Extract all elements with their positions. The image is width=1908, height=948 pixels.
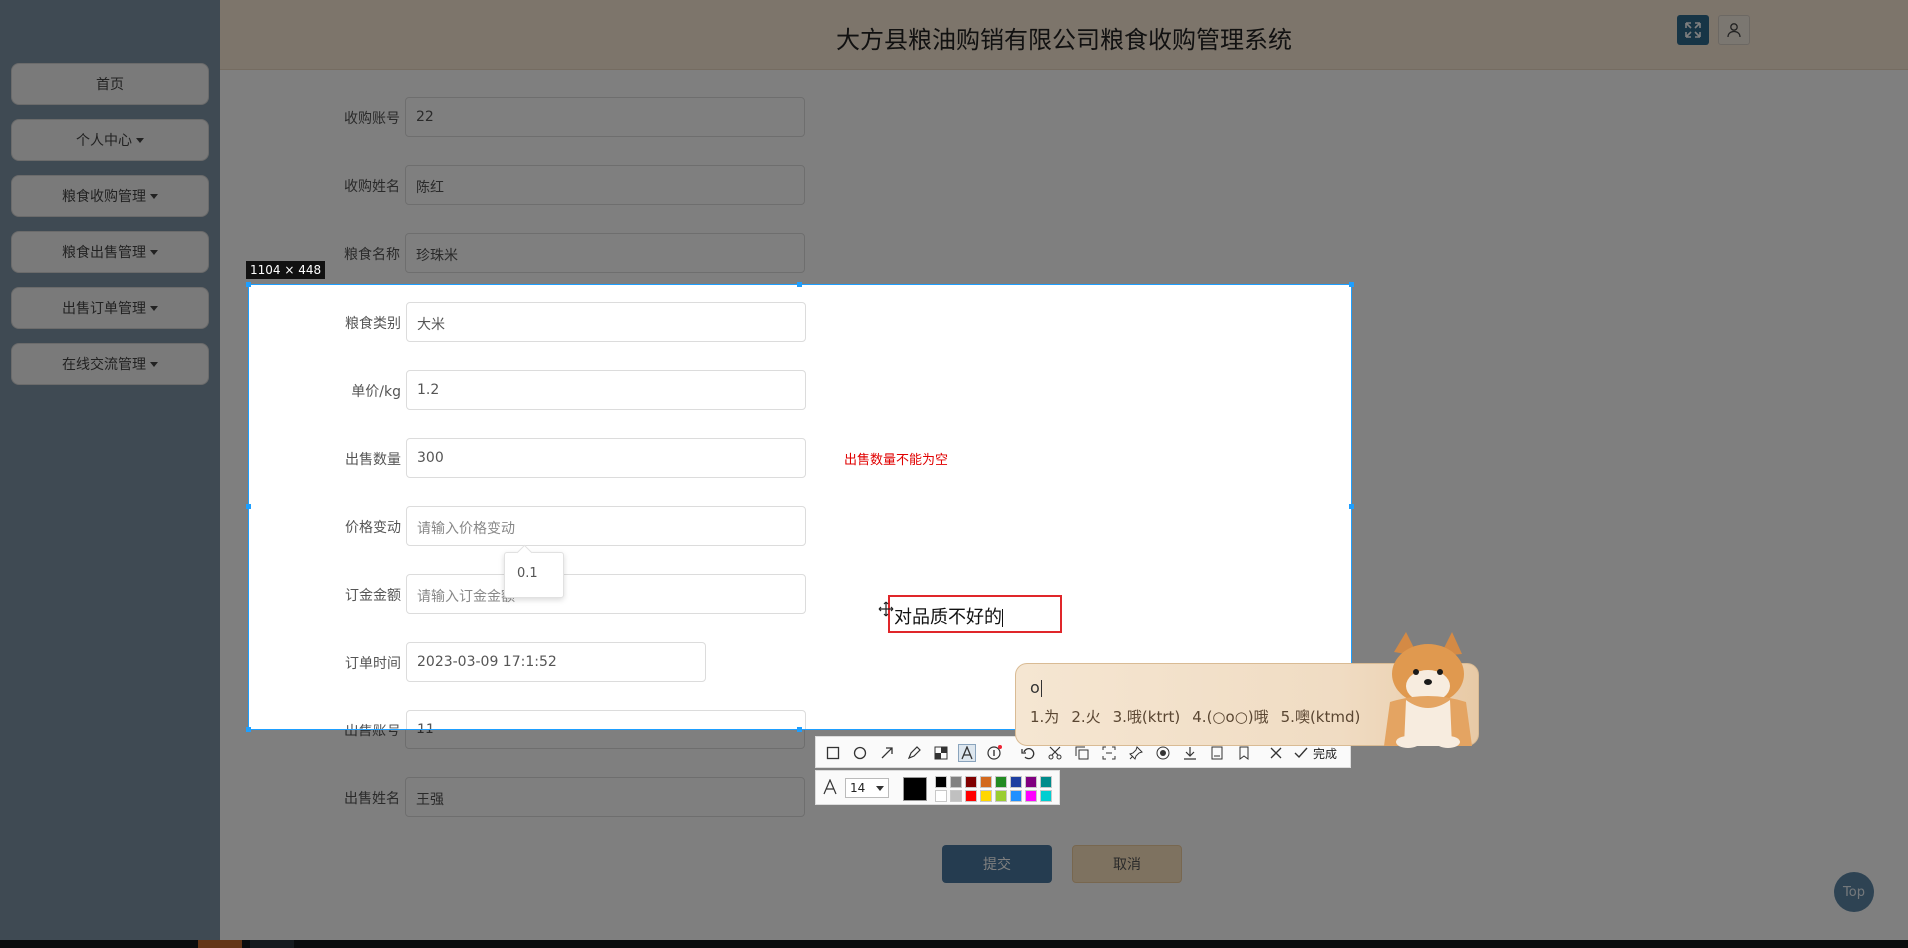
arrow-icon[interactable] xyxy=(878,744,896,762)
quantity-error-message-in-selection: 出售数量不能为空 xyxy=(844,453,949,468)
color-swatch[interactable] xyxy=(995,776,1007,788)
resize-handle[interactable] xyxy=(246,282,251,287)
resize-handle[interactable] xyxy=(797,282,802,287)
record-icon[interactable] xyxy=(1154,744,1172,762)
color-swatch[interactable] xyxy=(1010,790,1022,802)
undo-icon[interactable] xyxy=(1019,744,1037,762)
text-style-toolbar: 14 xyxy=(815,770,1060,805)
download-icon[interactable] xyxy=(1181,744,1199,762)
color-swatch[interactable] xyxy=(1040,776,1052,788)
close-icon[interactable] xyxy=(1267,744,1285,762)
move-cursor-icon xyxy=(878,601,894,617)
ime-candidate[interactable]: 4.(○o○)哦 xyxy=(1192,708,1268,726)
text-annotation-box[interactable]: 对品质不好的 xyxy=(888,595,1062,633)
color-swatch[interactable] xyxy=(980,790,992,802)
color-swatch[interactable] xyxy=(950,790,962,802)
ime-candidate[interactable]: 5.噢(ktmd) xyxy=(1281,708,1361,726)
shiba-dog-icon xyxy=(1384,632,1472,748)
form-row-in-selection: 出售账号 11 xyxy=(249,710,1121,729)
field-label-in-selection: 订金金额 xyxy=(345,588,401,604)
copy-icon[interactable] xyxy=(1073,744,1091,762)
resize-handle[interactable] xyxy=(246,504,251,509)
color-swatch[interactable] xyxy=(1010,776,1022,788)
ime-candidate-list: 1.为 2.火 3.哦(ktrt) 4.(○o○)哦 5.噢(ktmd) xyxy=(1030,706,1372,727)
color-swatch[interactable] xyxy=(1025,776,1037,788)
color-swatch[interactable] xyxy=(935,790,947,802)
ime-candidate-window[interactable]: o 1.为 2.火 3.哦(ktrt) 4.(○o○)哦 5.噢(ktmd) xyxy=(1015,632,1479,748)
pin-icon[interactable] xyxy=(1127,744,1145,762)
form-row-in-selection: 出售数量 300 出售数量不能为空 xyxy=(249,438,1121,478)
number-icon[interactable] xyxy=(985,744,1003,762)
form-row-in-selection: 订单时间 2023-03-09 17:1:52 xyxy=(249,642,1121,682)
field-label-in-selection: 价格变动 xyxy=(345,520,401,536)
field-label-in-selection: 出售账号 xyxy=(281,721,401,729)
color-swatch[interactable] xyxy=(965,776,977,788)
color-swatch[interactable] xyxy=(995,790,1007,802)
mosaic-icon[interactable] xyxy=(932,744,950,762)
save-icon[interactable] xyxy=(1208,744,1226,762)
check-icon[interactable] xyxy=(1292,744,1310,762)
ime-candidate[interactable]: 3.哦(ktrt) xyxy=(1113,708,1181,726)
resize-handle[interactable] xyxy=(1349,504,1354,509)
form-row-in-selection: 价格变动 请输入价格变动 xyxy=(249,506,1121,546)
current-color-swatch[interactable] xyxy=(903,777,927,801)
field-label-in-selection: 粮食类别 xyxy=(345,316,401,332)
field-label-in-selection: 单价/kg xyxy=(351,384,401,400)
seller-account-input-in-selection[interactable]: 11 xyxy=(406,710,806,729)
field-label-in-selection: 订单时间 xyxy=(345,656,401,672)
form-row-in-selection: 粮食类别 大米 xyxy=(249,302,1121,342)
sale-quantity-input-in-selection[interactable]: 300 xyxy=(406,438,806,478)
price-change-input-in-selection[interactable]: 请输入价格变动 xyxy=(406,506,806,546)
font-size-select[interactable]: 14 xyxy=(845,778,889,798)
ellipse-icon[interactable] xyxy=(851,744,869,762)
order-time-input-in-selection[interactable]: 2023-03-09 17:1:52 xyxy=(406,642,706,682)
grain-category-input-in-selection[interactable]: 大米 xyxy=(406,302,806,342)
bookmark-icon[interactable] xyxy=(1235,744,1253,762)
resize-handle[interactable] xyxy=(797,727,802,732)
color-swatch[interactable] xyxy=(965,790,977,802)
ime-candidate[interactable]: 1.为 xyxy=(1030,708,1059,726)
color-swatch[interactable] xyxy=(935,776,947,788)
pen-icon[interactable] xyxy=(905,744,923,762)
color-swatch[interactable] xyxy=(1040,790,1052,802)
ime-composition: o xyxy=(1030,678,1042,697)
font-icon xyxy=(822,778,838,799)
ocr-icon[interactable] xyxy=(1100,744,1118,762)
text-icon[interactable] xyxy=(958,744,976,762)
resize-handle[interactable] xyxy=(1349,282,1354,287)
cut-icon[interactable] xyxy=(1046,744,1064,762)
resize-handle[interactable] xyxy=(246,727,251,732)
unit-price-input-in-selection[interactable]: 1.2 xyxy=(406,370,806,410)
color-swatch[interactable] xyxy=(1025,790,1037,802)
color-swatch[interactable] xyxy=(950,776,962,788)
field-label-in-selection: 出售数量 xyxy=(345,452,401,468)
ime-candidate[interactable]: 2.火 xyxy=(1071,708,1100,726)
done-button[interactable]: 完成 xyxy=(1313,745,1337,762)
color-swatch[interactable] xyxy=(980,776,992,788)
price-change-tooltip[interactable]: 0.1 xyxy=(504,552,564,598)
deposit-amount-input-in-selection[interactable]: 请输入订金金额 xyxy=(406,574,806,614)
rectangle-icon[interactable] xyxy=(824,744,842,762)
form-row-in-selection: 单价/kg 1.2 xyxy=(249,370,1121,410)
selection-size-label: 1104 × 448 xyxy=(246,261,326,279)
